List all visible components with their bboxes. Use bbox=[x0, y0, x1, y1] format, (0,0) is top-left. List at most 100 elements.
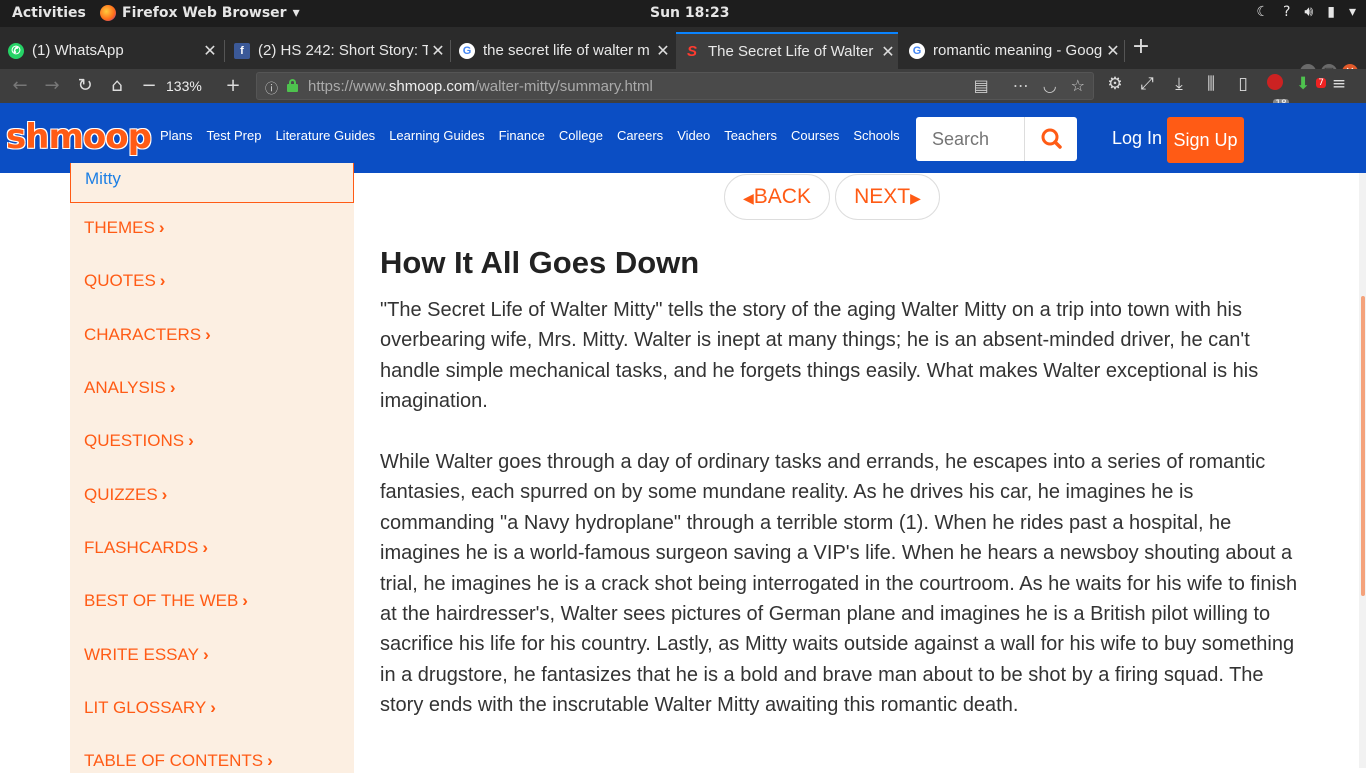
chevron-right-icon: › bbox=[202, 538, 208, 557]
login-link[interactable]: Log In bbox=[1112, 128, 1162, 149]
firefox-icon bbox=[100, 5, 116, 21]
zoom-level[interactable]: 133% bbox=[166, 78, 202, 94]
chevron-right-icon: › bbox=[159, 271, 166, 290]
google-icon: G bbox=[459, 42, 475, 59]
chevron-right-icon: › bbox=[161, 485, 168, 504]
sidebar-item-current[interactable]: Mitty bbox=[70, 163, 354, 203]
facebook-icon: f bbox=[234, 42, 250, 59]
nav-schools[interactable]: Schools bbox=[853, 128, 899, 143]
tab-facebook[interactable]: f (2) HS 242: Short Story: T ✕ bbox=[226, 32, 448, 69]
reader-view-icon[interactable]: ▤ bbox=[974, 76, 989, 95]
nav-test-prep[interactable]: Test Prep bbox=[207, 128, 262, 143]
chevron-right-icon: › bbox=[205, 325, 211, 344]
search-button[interactable] bbox=[1024, 117, 1077, 161]
tab-bar: ✆ (1) WhatsApp ✕ f (2) HS 242: Short Sto… bbox=[0, 27, 1366, 80]
nav-teachers[interactable]: Teachers bbox=[724, 128, 777, 143]
search-input[interactable] bbox=[916, 117, 1024, 161]
battery-icon: ▮ bbox=[1327, 4, 1335, 20]
sidebar-item-table-of-contents[interactable]: TABLE OF CONTENTS › bbox=[84, 751, 273, 771]
page-actions-icon[interactable]: ⋯ bbox=[1013, 76, 1029, 95]
back-button[interactable]: ◀BACK bbox=[724, 174, 830, 220]
clock[interactable]: Sun 18:23 bbox=[650, 5, 729, 21]
zoom-in-icon[interactable]: + bbox=[221, 74, 245, 98]
google-icon: G bbox=[909, 42, 925, 59]
nav-literature-guides[interactable]: Literature Guides bbox=[275, 128, 375, 143]
summary-paragraph-2: While Walter goes through a day of ordin… bbox=[380, 451, 1298, 717]
home-icon[interactable]: ⌂ bbox=[105, 74, 129, 98]
url-text[interactable]: https://www.shmoop.com/walter-mitty/summ… bbox=[308, 78, 653, 95]
scrollbar-thumb[interactable] bbox=[1361, 296, 1365, 596]
tab-shmoop-active[interactable]: S The Secret Life of Walter ✕ bbox=[676, 32, 898, 69]
close-icon[interactable]: ✕ bbox=[653, 41, 673, 61]
sidebar-item-lit-glossary[interactable]: LIT GLOSSARY › bbox=[84, 698, 216, 718]
search-icon bbox=[1041, 128, 1062, 149]
nav-video[interactable]: Video bbox=[677, 128, 710, 143]
summary-paragraph-1: "The Secret Life of Walter Mitty" tells … bbox=[380, 299, 1259, 413]
sidebar-item-characters[interactable]: CHARACTERS › bbox=[84, 325, 211, 345]
tab-title: The Secret Life of Walter bbox=[708, 43, 874, 60]
whatsapp-icon: ✆ bbox=[8, 42, 24, 59]
close-icon[interactable]: ✕ bbox=[1103, 41, 1123, 61]
lock-icon[interactable] bbox=[287, 79, 298, 92]
chevron-right-icon: › bbox=[158, 218, 165, 237]
reload-icon[interactable]: ↻ bbox=[73, 74, 97, 98]
sidebar-item-questions[interactable]: QUESTIONS › bbox=[84, 431, 194, 451]
activities-button[interactable]: Activities bbox=[12, 5, 86, 21]
chevron-right-icon: › bbox=[267, 751, 273, 770]
site-search bbox=[916, 117, 1077, 161]
zoom-out-icon[interactable]: − bbox=[137, 74, 161, 98]
guide-sidebar: Mitty THEMES › QUOTES › CHARACTERS › ANALYS… bbox=[70, 163, 354, 773]
info-icon[interactable]: ⓘ bbox=[265, 78, 278, 97]
signup-button[interactable]: Sign Up bbox=[1167, 117, 1244, 163]
sidebar-item-quizzes[interactable]: QUIZZES › bbox=[84, 485, 167, 505]
nav-college[interactable]: College bbox=[559, 128, 603, 143]
nav-learning-guides[interactable]: Learning Guides bbox=[389, 128, 484, 143]
chevron-right-icon: › bbox=[242, 591, 248, 610]
chevron-down-icon: ▾ bbox=[292, 5, 300, 21]
back-arrow-icon[interactable]: ← bbox=[8, 74, 32, 98]
page-title: How It All Goes Down bbox=[380, 245, 700, 280]
tab-whatsapp[interactable]: ✆ (1) WhatsApp ✕ bbox=[0, 32, 220, 69]
close-icon[interactable]: ✕ bbox=[878, 42, 898, 62]
nav-finance[interactable]: Finance bbox=[499, 128, 545, 143]
nav-courses[interactable]: Courses bbox=[791, 128, 839, 143]
caret-left-icon: ◀ bbox=[743, 190, 754, 206]
pocket-icon[interactable]: ◡ bbox=[1043, 76, 1057, 95]
url-bar[interactable]: ⓘ https://www.shmoop.com/walter-mitty/su… bbox=[256, 72, 1094, 100]
app-name: Firefox Web Browser bbox=[122, 5, 287, 21]
bookmark-star-icon[interactable]: ☆ bbox=[1071, 76, 1085, 95]
close-icon[interactable]: ✕ bbox=[200, 41, 220, 61]
tab-title: (2) HS 242: Short Story: T bbox=[258, 42, 428, 59]
system-top-bar: Activities Firefox Web Browser ▾ Sun 18:… bbox=[0, 0, 1366, 27]
shmoop-logo[interactable]: shmoop bbox=[6, 117, 152, 157]
system-tray[interactable]: ☾ ? 🔊︎ ▮ ▾ bbox=[1256, 4, 1356, 20]
forward-arrow-icon[interactable]: → bbox=[40, 74, 64, 98]
night-light-icon: ☾ bbox=[1256, 4, 1269, 20]
sidebar-item-quotes[interactable]: QUOTES › bbox=[84, 271, 165, 291]
tab-google-search-2[interactable]: G romantic meaning - Goog ✕ bbox=[901, 32, 1123, 69]
sidebar-item-write-essay[interactable]: WRITE ESSAY › bbox=[84, 645, 209, 665]
nav-plans[interactable]: Plans bbox=[160, 128, 193, 143]
app-menu[interactable]: Firefox Web Browser ▾ bbox=[100, 5, 300, 21]
tab-separator bbox=[1124, 40, 1125, 62]
close-icon[interactable]: ✕ bbox=[428, 41, 448, 61]
shmoop-icon: S bbox=[686, 43, 697, 60]
chevron-right-icon: › bbox=[169, 378, 176, 397]
sidebar-item-flashcards[interactable]: FLASHCARDS › bbox=[84, 538, 208, 558]
help-icon: ? bbox=[1282, 4, 1291, 20]
sidebar-item-themes[interactable]: THEMES › bbox=[84, 218, 165, 238]
tab-separator bbox=[224, 40, 225, 62]
nav-careers[interactable]: Careers bbox=[617, 128, 663, 143]
navigation-toolbar: ← → ↻ ⌂ − 133% + ⓘ https://www.shmoop.co… bbox=[0, 69, 1366, 109]
chevron-right-icon: › bbox=[202, 645, 209, 664]
new-tab-button[interactable]: + bbox=[1130, 36, 1152, 60]
chevron-down-icon: ▾ bbox=[1348, 4, 1356, 20]
sidebar-item-best-of-the-web[interactable]: BEST OF THE WEB › bbox=[84, 591, 248, 611]
sidebar-item-analysis[interactable]: ANALYSIS › bbox=[84, 378, 176, 398]
chevron-right-icon: › bbox=[188, 431, 194, 450]
tab-title: the secret life of walter m bbox=[483, 42, 650, 59]
chevron-right-icon: › bbox=[210, 698, 216, 717]
next-button[interactable]: NEXT▶ bbox=[835, 174, 940, 220]
tab-google-search-1[interactable]: G the secret life of walter m ✕ bbox=[451, 32, 673, 69]
caret-right-icon: ▶ bbox=[910, 190, 921, 206]
